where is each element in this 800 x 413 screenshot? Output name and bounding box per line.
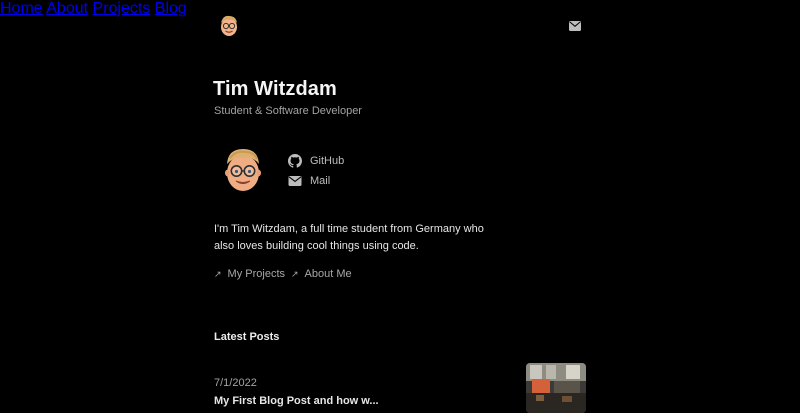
page-title: Tim Witzdam (213, 78, 337, 100)
nav-about-link[interactable]: About (46, 0, 88, 17)
nav-home-link[interactable]: Home (0, 0, 43, 17)
mail-link[interactable]: Mail (288, 174, 330, 188)
mail-label[interactable]: Mail (310, 175, 330, 187)
github-icon (288, 154, 302, 168)
arrow-up-right-icon: ↗ (291, 268, 299, 279)
mail-icon (288, 176, 302, 186)
memoji-avatar-icon[interactable] (218, 14, 240, 38)
github-link[interactable]: GitHub (288, 154, 344, 168)
latest-posts-heading: Latest Posts (214, 331, 280, 343)
post-thumbnail-image[interactable] (526, 363, 586, 413)
my-projects-label[interactable]: My Projects (228, 268, 285, 280)
mail-icon[interactable] (569, 21, 581, 31)
profile-avatar (225, 149, 261, 191)
page-subtitle: Student & Software Developer (214, 105, 362, 117)
top-navigation: Home About Projects Blog (0, 0, 800, 52)
github-label[interactable]: GitHub (310, 155, 344, 167)
bio-text: I'm Tim Witzdam, a full time student fro… (214, 223, 484, 252)
post-date: 7/1/2022 (214, 377, 257, 389)
nav-projects-link[interactable]: Projects (93, 0, 151, 17)
post-title-link[interactable]: My First Blog Post and how w... (214, 395, 379, 407)
nav-blog-link[interactable]: Blog (155, 0, 187, 17)
my-projects-link[interactable]: ↗ My Projects (214, 268, 285, 280)
about-me-label[interactable]: About Me (305, 268, 352, 280)
arrow-up-right-icon: ↗ (214, 268, 222, 279)
about-me-link[interactable]: ↗ About Me (291, 268, 352, 280)
